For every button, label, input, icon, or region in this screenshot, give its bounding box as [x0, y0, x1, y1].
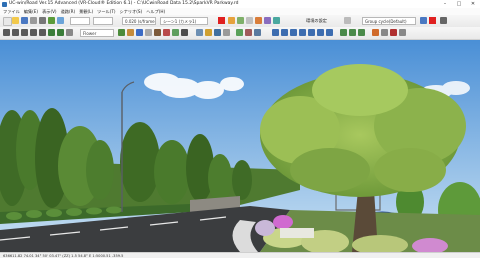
menu-edit[interactable]: 編集(E)	[24, 8, 38, 15]
environment-settings-button[interactable]: 環境の設定	[306, 17, 327, 25]
nav-pan-icon[interactable]	[326, 29, 333, 36]
layer-icon[interactable]	[264, 17, 271, 24]
maximize-button[interactable]: □	[452, 0, 466, 8]
view-top-icon[interactable]	[349, 29, 356, 36]
weather-icon[interactable]	[254, 29, 261, 36]
save-icon[interactable]	[21, 17, 28, 24]
traffic-icon[interactable]	[245, 29, 252, 36]
pause-icon[interactable]	[21, 29, 28, 36]
menu-help[interactable]: ヘルプ(H)	[146, 8, 165, 15]
shadow-icon[interactable]	[381, 29, 388, 36]
nav-up-icon[interactable]	[272, 29, 279, 36]
scale-icon[interactable]	[223, 29, 230, 36]
field-y[interactable]	[93, 17, 113, 25]
status-bar: 636611.82 74.01 34° 50' 03.47" (ZZ) 1.5 …	[0, 252, 480, 258]
nav-down-icon[interactable]	[281, 29, 288, 36]
fly-icon[interactable]	[66, 29, 73, 36]
title-bar: UC-win/Road Ver.15 Advanced (VR-Cloud® E…	[0, 0, 480, 8]
marker-icon[interactable]	[390, 29, 397, 36]
secondary-toolbar: Flower	[0, 27, 480, 40]
open-icon[interactable]	[12, 17, 19, 24]
minimize-button[interactable]: –	[438, 0, 452, 8]
view-select[interactable]: シーン1 (カメラ1)	[160, 17, 208, 25]
3d-viewport[interactable]	[0, 40, 480, 252]
forward-icon[interactable]	[30, 29, 37, 36]
speed-field[interactable]: 0.020 (s/frame)	[122, 17, 156, 25]
menu-view[interactable]: 表示(V)	[42, 8, 57, 15]
drive-icon[interactable]	[48, 29, 55, 36]
rewind-icon[interactable]	[3, 29, 10, 36]
menu-file[interactable]: ファイル	[3, 8, 20, 15]
nav-right-icon[interactable]	[299, 29, 306, 36]
light-toggle-icon[interactable]	[372, 29, 379, 36]
scene-render	[0, 40, 480, 252]
car-icon[interactable]	[181, 29, 188, 36]
shrub-icon[interactable]	[172, 29, 179, 36]
menu-tools[interactable]: ツール(T)	[97, 8, 115, 15]
rotate-icon[interactable]	[214, 29, 221, 36]
fast-forward-icon[interactable]	[39, 29, 46, 36]
tree-icon[interactable]	[228, 17, 235, 24]
menu-scenario[interactable]: シナリオ(S)	[120, 8, 143, 15]
group-select[interactable]: Group cycle(Default)	[362, 17, 416, 25]
walk-icon[interactable]	[57, 29, 64, 36]
record-icon[interactable]	[218, 17, 225, 24]
view-3d-icon[interactable]	[340, 29, 347, 36]
building-icon[interactable]	[127, 29, 134, 36]
stop-record-icon[interactable]	[429, 17, 436, 24]
nav-left-icon[interactable]	[290, 29, 297, 36]
sign-icon[interactable]	[163, 29, 170, 36]
window-controls: – □ ✕	[438, 0, 480, 8]
prev-icon[interactable]	[420, 17, 427, 24]
camera-icon[interactable]	[57, 17, 64, 24]
light-icon[interactable]	[273, 17, 280, 24]
next-icon[interactable]	[440, 17, 447, 24]
zoom-icon[interactable]	[246, 17, 253, 24]
close-button[interactable]: ✕	[466, 0, 480, 8]
fence-icon[interactable]	[145, 29, 152, 36]
layer-select[interactable]: Flower	[80, 29, 114, 37]
bench-icon[interactable]	[154, 29, 161, 36]
flower-icon[interactable]	[118, 29, 125, 36]
road-icon[interactable]	[48, 17, 55, 24]
window-title: UC-win/Road Ver.15 Advanced (VR-Cloud® E…	[9, 1, 239, 6]
model-icon[interactable]	[255, 17, 262, 24]
back-icon[interactable]	[12, 29, 19, 36]
menu-road[interactable]: 道路(R)	[61, 8, 76, 15]
help-icon[interactable]	[344, 17, 351, 24]
play-icon[interactable]	[30, 17, 37, 24]
park-sign-text	[294, 231, 299, 237]
terrain-icon[interactable]	[236, 29, 243, 36]
app-icon	[2, 1, 7, 7]
move-icon[interactable]	[205, 29, 212, 36]
menu-landscape[interactable]: 景観(L)	[79, 8, 93, 15]
nav-zoom-icon[interactable]	[317, 29, 324, 36]
nav-rotate-icon[interactable]	[308, 29, 315, 36]
menu-bar: ファイル 編集(E) 表示(V) 道路(R) 景観(L) ツール(T) シナリオ…	[0, 8, 480, 15]
water-icon[interactable]	[136, 29, 143, 36]
stop-icon[interactable]	[39, 17, 46, 24]
options-icon[interactable]	[399, 29, 406, 36]
view-side-icon[interactable]	[358, 29, 365, 36]
new-file-icon[interactable]	[3, 17, 12, 26]
grid-icon[interactable]	[237, 17, 244, 24]
field-x[interactable]	[70, 17, 90, 25]
select-icon[interactable]	[196, 29, 203, 36]
